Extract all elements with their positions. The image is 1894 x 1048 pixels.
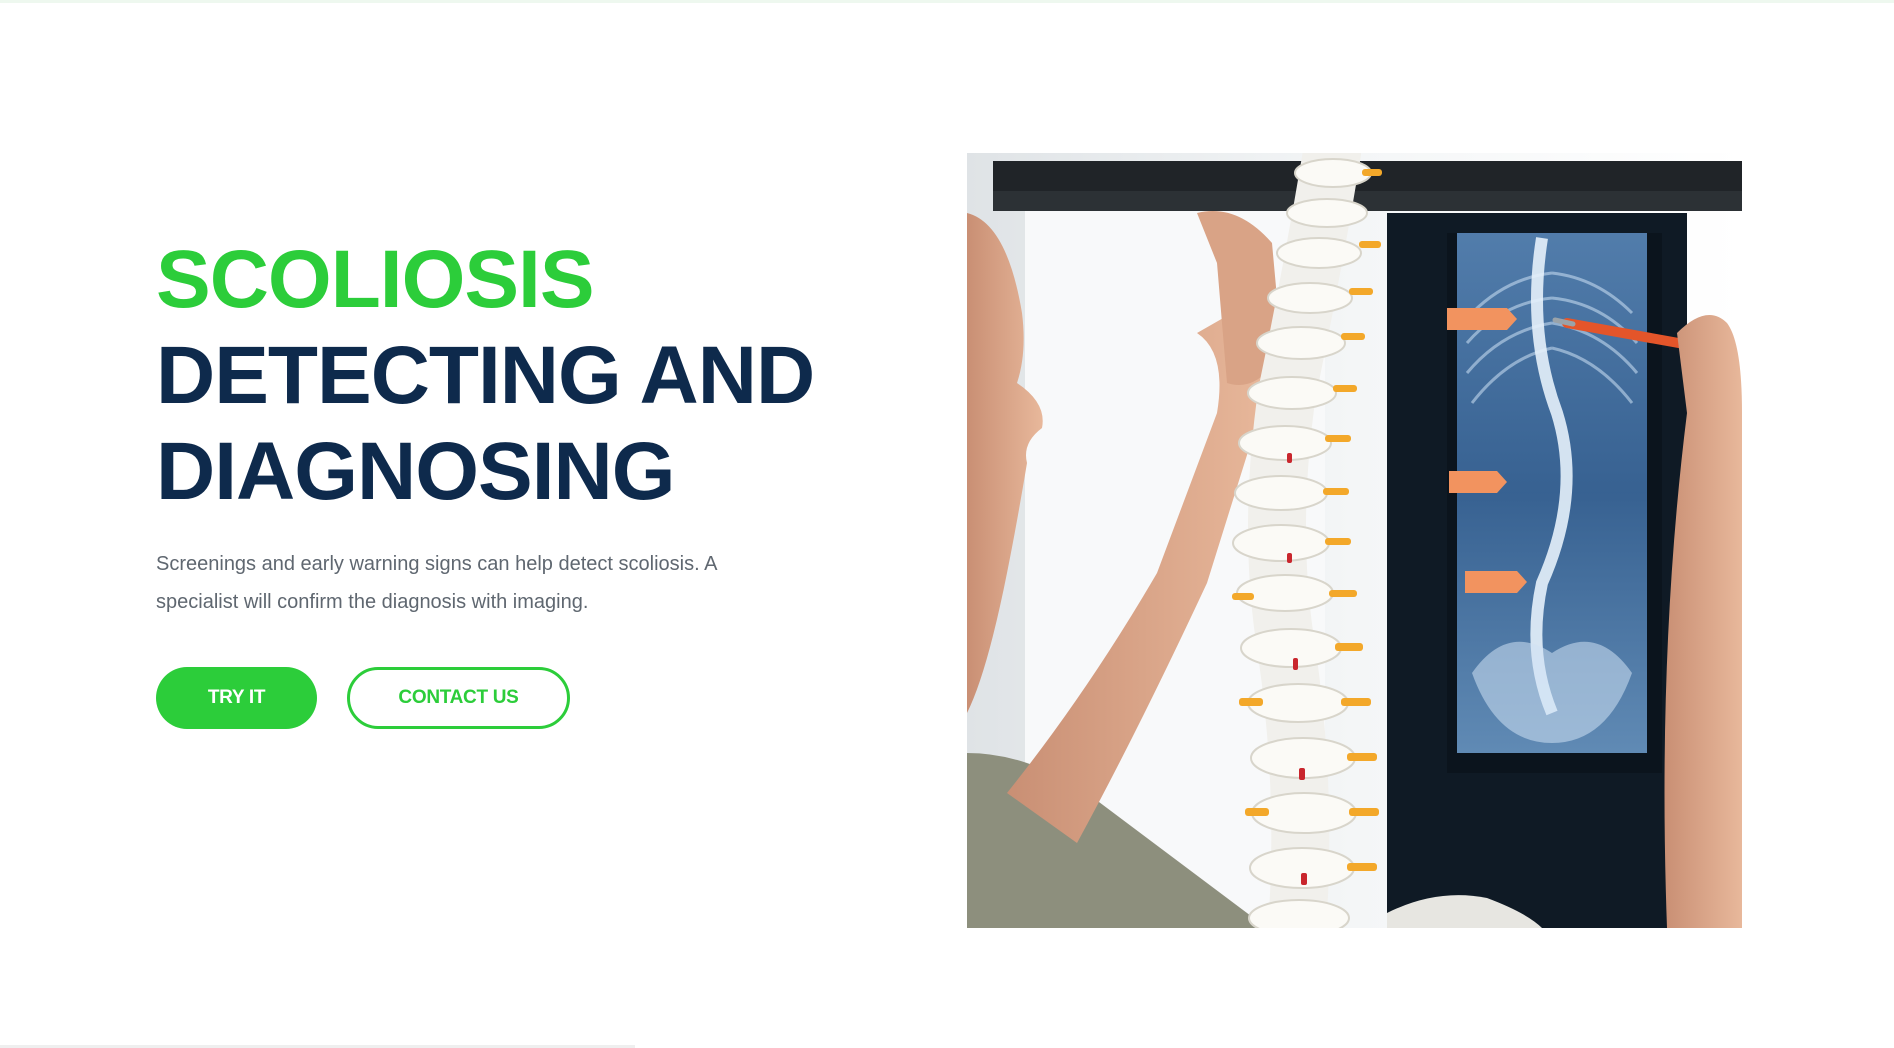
try-it-button[interactable]: TRY IT <box>156 667 317 729</box>
hero-title-accent: SCOLIOSIS <box>156 234 595 325</box>
contact-us-button[interactable]: CONTACT US <box>347 667 570 729</box>
hero-photo <box>967 153 1742 928</box>
hero-description: Screenings and early warning signs can h… <box>156 553 717 613</box>
hero-photo-illustration <box>967 153 1742 928</box>
hero-title-line-2: DIAGNOSING <box>156 426 675 517</box>
hero-title-line-1: DETECTING AND <box>156 330 815 421</box>
hero-actions: TRY IT CONTACT US <box>156 667 876 729</box>
page: SCOLIOSIS DETECTING AND DIAGNOSING Scree… <box>0 0 1894 1048</box>
hero-heading: SCOLIOSIS DETECTING AND DIAGNOSING <box>156 232 876 520</box>
hero-text-block: SCOLIOSIS DETECTING AND DIAGNOSING Scree… <box>156 232 876 729</box>
top-divider <box>0 0 1894 3</box>
